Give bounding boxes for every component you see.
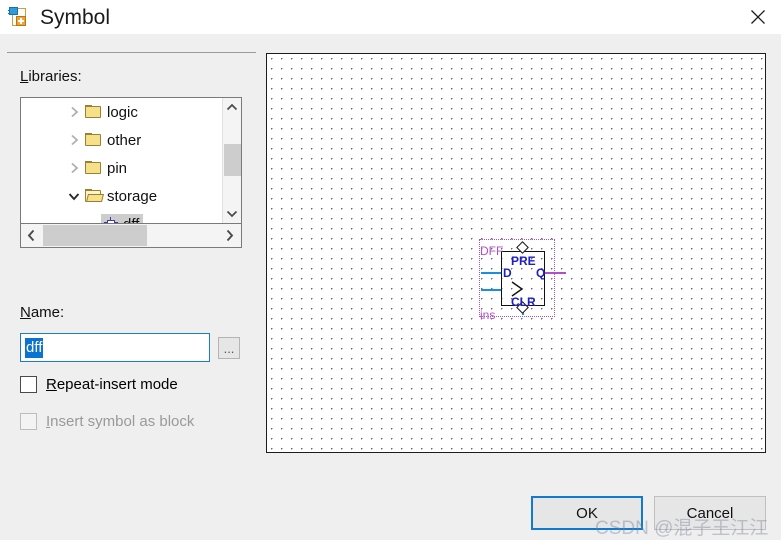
symbol-instance-label: ins: [480, 308, 496, 322]
chevron-right-icon[interactable]: [65, 102, 83, 122]
checkbox-box[interactable]: [20, 376, 37, 393]
preset-pin-label: PRE: [511, 254, 536, 268]
checkbox-box: [20, 413, 37, 430]
symbol-chip-icon: [103, 216, 118, 223]
tree-item-label: logic: [107, 103, 138, 121]
cancel-button[interactable]: Cancel: [654, 496, 766, 530]
q-output-wire: [544, 272, 566, 274]
tree-item-storage[interactable]: storage: [21, 182, 222, 210]
tree-horizontal-scrollbar[interactable]: [20, 224, 242, 248]
tree-item-logic[interactable]: logic: [21, 98, 222, 126]
insert-symbol-as-block-checkbox: Insert symbol as block: [20, 413, 194, 430]
repeat-insert-mnemonic: R: [46, 376, 57, 393]
scroll-right-icon[interactable]: [219, 224, 239, 247]
libraries-label: Libraries:: [20, 68, 82, 85]
libraries-label-rest: ibraries:: [28, 68, 82, 85]
close-icon[interactable]: [735, 0, 781, 34]
tree-item-label: pin: [107, 159, 128, 177]
tree-item-dff[interactable]: dff: [21, 210, 222, 223]
header-divider: [7, 52, 256, 53]
repeat-insert-rest: epeat-insert mode: [56, 376, 178, 393]
name-input-value: dff: [25, 337, 44, 358]
clock-triangle-icon: [502, 281, 524, 297]
tree-vertical-scrollbar[interactable]: [222, 98, 241, 223]
dff-symbol-graphic: DFF ins PRE CLR D Q: [479, 239, 566, 325]
folder-closed-icon: [85, 161, 102, 175]
clear-pin-label: CLR: [511, 295, 536, 309]
tree-item-label: other: [107, 131, 142, 149]
window-title: Symbol: [40, 5, 111, 29]
tree-item-pin[interactable]: pin: [21, 154, 222, 182]
tree-item-other[interactable]: other: [21, 126, 222, 154]
tree-vertical-scroll-thumb[interactable]: [224, 144, 241, 176]
insert-symbol-as-block-label: Insert symbol as block: [46, 413, 194, 430]
symbol-document-icon: [8, 6, 30, 28]
chevron-down-icon[interactable]: [65, 186, 83, 206]
libraries-tree-items: logic other pin storage: [21, 98, 222, 223]
chevron-right-icon[interactable]: [65, 158, 83, 178]
chevron-right-icon[interactable]: [65, 130, 83, 150]
tree-horizontal-scroll-thumb[interactable]: [43, 225, 147, 246]
name-label-mnemonic: N: [20, 304, 31, 321]
tree-item-label: dff: [123, 216, 139, 224]
symbol-name-label: DFF: [480, 244, 504, 258]
scroll-down-icon[interactable]: [223, 205, 241, 223]
output-pin-label: Q: [536, 266, 546, 280]
repeat-insert-mode-label: Repeat-insert mode: [46, 376, 178, 393]
data-input-wire: [481, 272, 502, 274]
scroll-up-icon[interactable]: [223, 98, 241, 116]
tree-item-label: storage: [107, 187, 158, 205]
title-bar: Symbol: [0, 0, 781, 34]
ok-button[interactable]: OK: [531, 496, 643, 530]
name-input[interactable]: dff: [20, 333, 210, 362]
clock-input-wire: [481, 289, 502, 291]
name-label-rest: ame:: [30, 304, 65, 321]
folder-closed-icon: [85, 133, 102, 147]
folder-open-icon: [85, 189, 104, 203]
insert-block-rest: nsert symbol as block: [50, 413, 195, 430]
symbol-preview-panel[interactable]: DFF ins PRE CLR D Q: [266, 53, 766, 453]
folder-closed-icon: [85, 105, 102, 119]
libraries-tree[interactable]: logic other pin storage: [20, 97, 242, 224]
browse-button[interactable]: ...: [218, 337, 240, 359]
repeat-insert-mode-checkbox[interactable]: Repeat-insert mode: [20, 376, 178, 393]
scroll-left-icon[interactable]: [21, 224, 41, 247]
data-pin-label: D: [503, 266, 512, 280]
name-label: Name:: [20, 304, 64, 321]
dialog-body: Libraries: logic other pin storage Name:…: [0, 34, 781, 539]
tree-indent-spacer: [83, 214, 101, 223]
